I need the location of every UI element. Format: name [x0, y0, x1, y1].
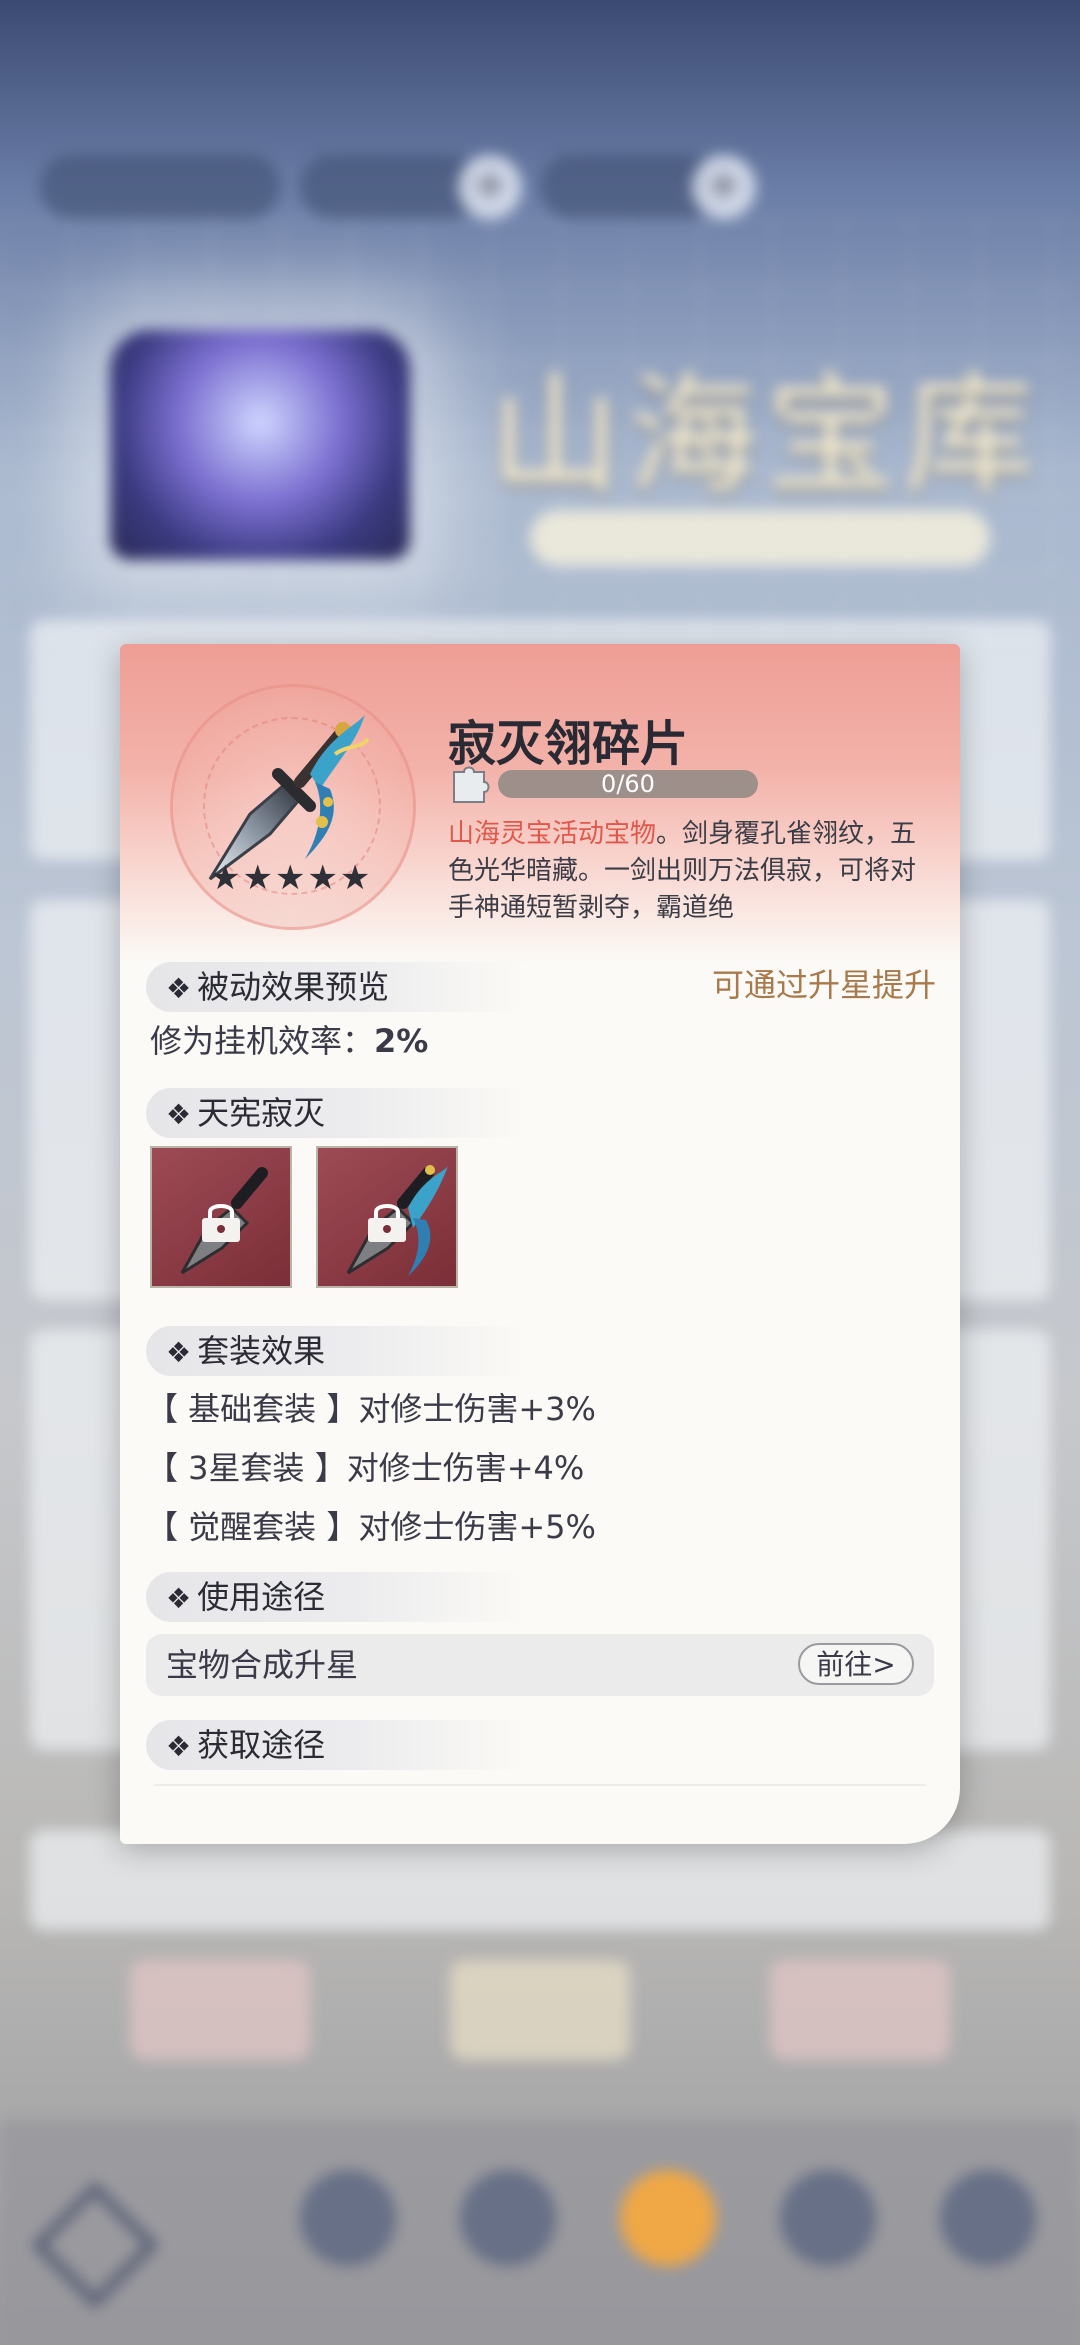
skill-slot-locked[interactable] [316, 1146, 458, 1288]
divider [154, 1784, 926, 1786]
upgrade-hint: 可通过升星提升 [711, 966, 936, 1004]
bullet-icon: ❖ [166, 1098, 192, 1131]
item-detail-panel: ★★★★★ 寂灭翎碎片 0/60 山海灵宝活动宝物。剑身覆孔雀翎纹，五色光华暗藏… [120, 644, 960, 1844]
puzzle-fragment-icon [453, 766, 490, 803]
nav-icon [620, 2170, 716, 2266]
section-passive-label: ❖ 被动效果预览 [146, 962, 526, 1012]
usage-path-row: 宝物合成升星 前往> [146, 1634, 934, 1696]
usage-path-label: 宝物合成升星 [166, 1646, 359, 1684]
background-card [770, 1960, 950, 2060]
event-timer [530, 510, 990, 566]
description-highlight: 山海灵宝活动宝物 [448, 819, 657, 849]
star-rating: ★★★★★ [210, 858, 373, 898]
background-title: 山海宝库 [490, 359, 1043, 511]
lock-icon [202, 1204, 240, 1242]
skill-slot-locked[interactable] [150, 1146, 292, 1288]
section-set-label: ❖ 套装效果 [146, 1326, 526, 1376]
bullet-icon: ❖ [166, 1730, 192, 1763]
lock-icon [368, 1204, 406, 1242]
player-info-pill [40, 155, 280, 219]
section-usage-label: ❖ 使用途径 [146, 1572, 526, 1622]
background-card [30, 1830, 1050, 1930]
fragment-progress-bar: 0/60 [498, 770, 758, 798]
currency-pill [300, 155, 480, 219]
background-card [130, 1960, 310, 2060]
nav-icon [300, 2170, 396, 2266]
bullet-icon: ❖ [166, 972, 192, 1005]
nav-icon [460, 2170, 556, 2266]
fragment-progress-text: 0/60 [601, 770, 655, 798]
set-effect-line: 【 基础套装 】对修士伤害+3% [146, 1390, 596, 1428]
set-effect-line: 【 觉醒套装 】对修士伤害+5% [146, 1508, 596, 1546]
treasure-chest-icon [110, 330, 410, 560]
background-card [450, 1960, 630, 2060]
set-effect-line: 【 3星套装 】对修士伤害+4% [146, 1449, 585, 1487]
bullet-icon: ❖ [166, 1336, 192, 1369]
bullet-icon: ❖ [166, 1582, 192, 1615]
section-skill-label: ❖ 天宪寂灭 [146, 1088, 526, 1138]
go-button[interactable]: 前往> [798, 1643, 914, 1685]
currency-plus-icon: + [458, 155, 522, 219]
nav-icon [940, 2170, 1036, 2266]
item-description: 山海灵宝活动宝物。剑身覆孔雀翎纹，五色光华暗藏。一剑出则万法俱寂，可将对手神通短… [448, 816, 938, 927]
passive-stat: 修为挂机效率：2% [150, 1022, 429, 1060]
section-obtain-label: ❖ 获取途径 [146, 1720, 526, 1770]
currency-plus-icon: + [692, 155, 756, 219]
nav-icon [780, 2170, 876, 2266]
